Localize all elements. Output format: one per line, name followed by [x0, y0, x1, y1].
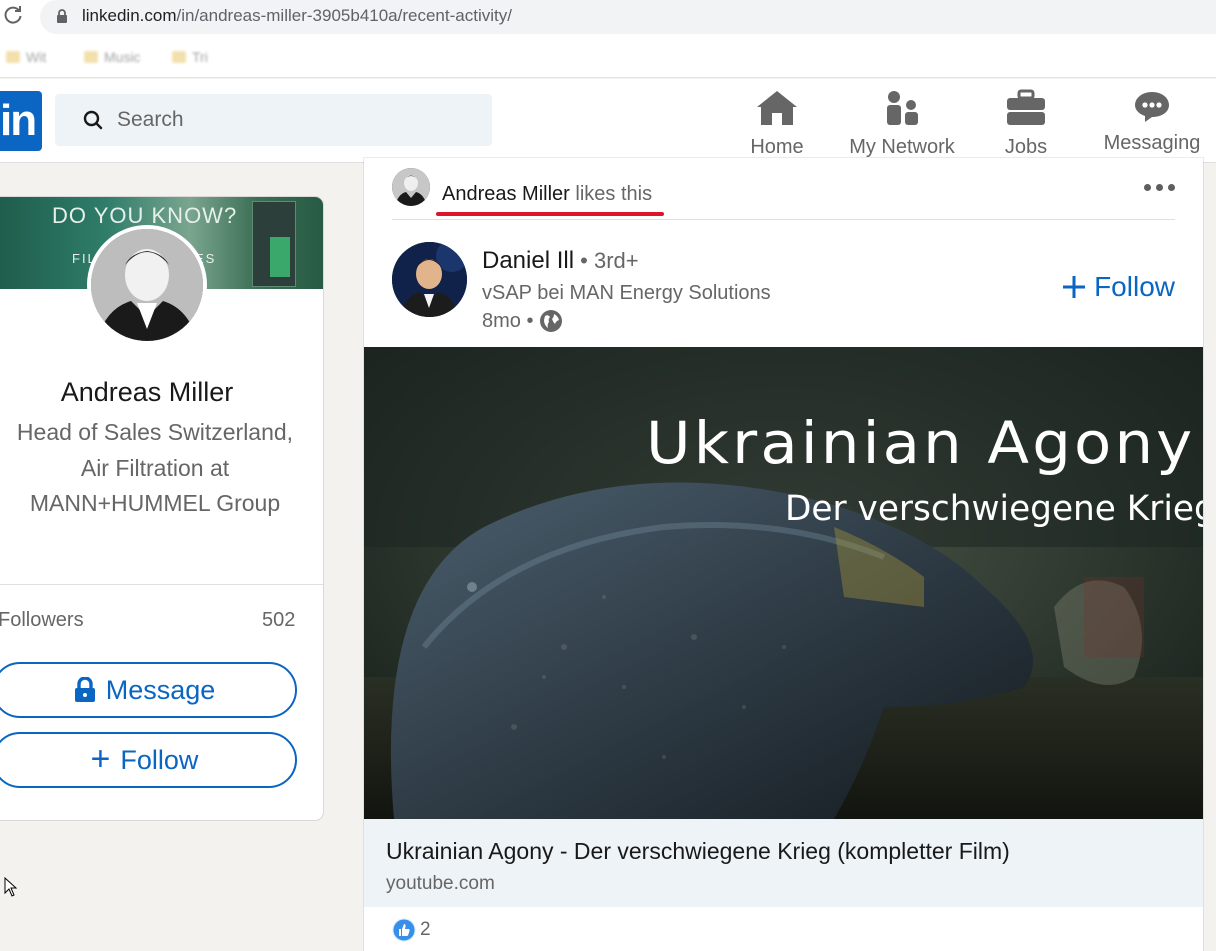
- mouse-cursor-icon: [4, 876, 18, 902]
- thumbnail-subtitle: Der verschwiegene Krieg: [785, 489, 1203, 529]
- profile-name[interactable]: Andreas Miller: [0, 377, 304, 408]
- bookmark-item[interactable]: Tri: [172, 48, 208, 66]
- nav-label: Home: [750, 136, 804, 158]
- browser-url-bar: linkedin.com/in/andreas-miller-3905b410a…: [0, 0, 1216, 36]
- messaging-icon: [1133, 89, 1171, 130]
- message-button[interactable]: Message: [0, 662, 297, 718]
- bookmarks-bar: Wit Music Tri: [0, 36, 1216, 78]
- nav-label: Jobs: [1004, 136, 1048, 158]
- search-box[interactable]: [55, 94, 492, 146]
- post-time-text: 8mo •: [482, 309, 534, 332]
- post-video-thumbnail[interactable]: Ukrainian Agony Der verschwiegene Krieg: [364, 347, 1203, 819]
- bookmark-label: Wit: [26, 49, 47, 65]
- thumbnail-title: Ukrainian Agony: [646, 409, 1196, 477]
- folder-icon: [6, 51, 20, 63]
- author-avatar[interactable]: [392, 242, 467, 317]
- follow-author-button[interactable]: Follow: [1062, 271, 1175, 303]
- link-preview[interactable]: Ukrainian Agony - Der verschwiegene Krie…: [364, 819, 1203, 907]
- feed-post: Andreas Miller likes this Daniel Ill • 3…: [364, 158, 1203, 951]
- red-annotation-underline: [436, 212, 664, 216]
- url-path: /in/andreas-miller-3905b410a/recent-acti…: [176, 6, 512, 25]
- nav-home[interactable]: Home: [738, 85, 816, 161]
- my-network-icon: [882, 89, 922, 134]
- connection-degree: • 3rd+: [574, 248, 639, 273]
- nav-label: My Network: [849, 136, 955, 158]
- follow-button-label: Follow: [120, 744, 199, 775]
- profile-headline: Head of Sales Switzerland, Air Filtratio…: [16, 419, 294, 516]
- link-source: youtube.com: [386, 873, 495, 894]
- url-text: linkedin.com/in/andreas-miller-3905b410a…: [82, 6, 512, 26]
- bookmark-item[interactable]: Wit: [6, 48, 46, 66]
- activity-action: likes this: [569, 183, 653, 205]
- plus-icon: [1063, 276, 1086, 298]
- message-button-label: Message: [105, 674, 216, 705]
- nav-jobs[interactable]: Jobs: [990, 85, 1062, 161]
- address-bar[interactable]: linkedin.com/in/andreas-miller-3905b410a…: [40, 0, 1216, 34]
- nav-label: Messaging: [1103, 132, 1201, 154]
- actor-avatar[interactable]: [392, 168, 430, 206]
- profile-avatar[interactable]: [87, 225, 207, 345]
- banner-product-accent: [270, 237, 290, 277]
- home-icon: [756, 89, 798, 132]
- author-name-text: Daniel Ill: [482, 247, 575, 274]
- followers-count: 502: [262, 609, 296, 631]
- activity-text: Andreas Miller likes this: [442, 183, 652, 206]
- link-title[interactable]: Ukrainian Agony - Der verschwiegene Krie…: [386, 838, 1010, 865]
- follow-author-label: Follow: [1094, 271, 1175, 302]
- logo-text: in: [0, 96, 37, 145]
- nav-my-network[interactable]: My Network: [838, 85, 966, 161]
- bookmark-label: Tri: [192, 49, 208, 65]
- divider: [0, 584, 323, 585]
- followers-label: Followers: [0, 609, 84, 631]
- like-reaction-icon: [392, 918, 416, 942]
- search-input[interactable]: [117, 107, 477, 133]
- bookmark-label: Music: [104, 49, 141, 65]
- folder-icon: [172, 51, 186, 63]
- url-host: linkedin.com: [82, 6, 177, 25]
- lock-icon: [74, 677, 95, 702]
- linkedin-logo[interactable]: in: [0, 91, 42, 151]
- more-options-icon[interactable]: [1144, 184, 1175, 191]
- follow-profile-button[interactable]: + Follow: [0, 732, 297, 788]
- briefcase-icon: [1005, 89, 1047, 132]
- bookmark-item[interactable]: Music: [84, 48, 141, 66]
- profile-card: DO YOU KNOW? FIL ES Andreas Miller Head …: [0, 197, 323, 820]
- nav-messaging[interactable]: Messaging: [1098, 85, 1206, 161]
- activity-header: Andreas Miller likes this: [392, 166, 1175, 220]
- author-name[interactable]: Daniel Ill • 3rd+: [482, 247, 639, 275]
- linkedin-header: in Home My Network Jobs Messaging: [0, 79, 1216, 163]
- lock-icon: [56, 9, 68, 29]
- search-icon: [83, 110, 103, 135]
- post-timestamp: 8mo •: [482, 309, 563, 333]
- reaction-count: 2: [420, 919, 431, 940]
- reload-icon[interactable]: [2, 4, 24, 26]
- globe-icon: [540, 310, 563, 332]
- author-headline: vSAP bei MAN Energy Solutions: [482, 282, 771, 304]
- folder-icon: [84, 51, 98, 63]
- plus-icon: +: [90, 739, 111, 778]
- reaction-summary[interactable]: 2: [392, 918, 431, 942]
- activity-actor[interactable]: Andreas Miller: [442, 183, 570, 205]
